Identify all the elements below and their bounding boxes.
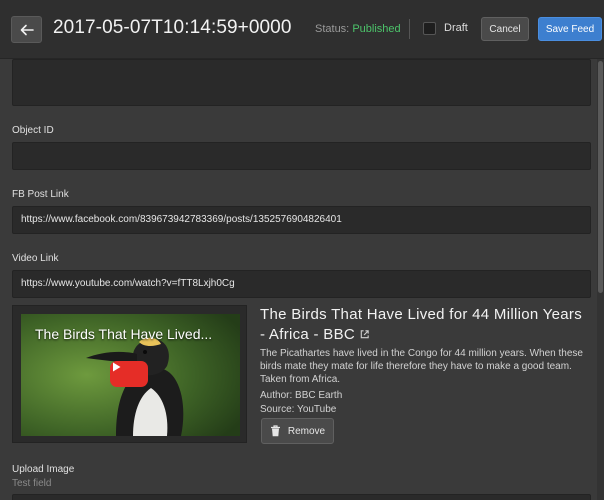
play-icon — [113, 362, 121, 372]
header-divider — [409, 19, 410, 39]
video-author: Author: BBC Earth — [260, 390, 343, 401]
content-textarea[interactable] — [12, 59, 591, 106]
object-id-input[interactable] — [12, 142, 591, 170]
back-button[interactable] — [11, 16, 42, 43]
status-badge: Published — [352, 23, 401, 35]
remove-video-button[interactable]: Remove — [261, 418, 334, 444]
video-description: The Picathartes have lived in the Congo … — [260, 348, 583, 385]
remove-label: Remove — [287, 425, 326, 437]
save-feed-button[interactable]: Save Feed — [538, 17, 602, 41]
video-link-value: https://www.youtube.com/watch?v=fTT8Lxjh… — [21, 278, 235, 289]
draft-checkbox[interactable] — [423, 22, 436, 35]
video-title-link[interactable]: The Birds That Have Lived for 44 Million… — [260, 305, 590, 345]
video-title: The Birds That Have Lived for 44 Million… — [260, 306, 583, 343]
video-preview-card: The Birds That Have Lived... — [12, 305, 247, 443]
top-bar: 2017-05-07T10:14:59+0000 Status: Publish… — [0, 0, 604, 59]
status-indicator: Status: Published — [315, 23, 401, 35]
scrollbar-thumb[interactable] — [598, 61, 603, 293]
fb-post-link-value: https://www.facebook.com/839673942783369… — [21, 214, 342, 225]
scrollbar[interactable] — [597, 59, 604, 500]
page-title: 2017-05-07T10:14:59+0000 — [53, 17, 292, 38]
youtube-play-button[interactable] — [110, 361, 148, 387]
external-link-icon[interactable] — [359, 329, 370, 340]
cancel-button[interactable]: Cancel — [481, 17, 529, 41]
upload-image-input[interactable] — [12, 494, 591, 500]
object-id-label: Object ID — [12, 125, 54, 136]
trash-icon — [270, 425, 280, 437]
upload-image-hint: Test field — [12, 478, 52, 489]
video-source: Source: YouTube — [260, 404, 337, 415]
fb-post-link-input[interactable]: https://www.facebook.com/839673942783369… — [12, 206, 591, 234]
video-link-input[interactable]: https://www.youtube.com/watch?v=fTT8Lxjh… — [12, 270, 591, 298]
thumbnail-title: The Birds That Have Lived... — [35, 326, 213, 342]
fb-post-link-label: FB Post Link — [12, 189, 69, 200]
arrow-left-icon — [20, 24, 34, 35]
video-link-label: Video Link — [12, 253, 59, 264]
status-label: Status: — [315, 23, 350, 35]
draft-label: Draft — [444, 22, 468, 34]
video-thumbnail[interactable]: The Birds That Have Lived... — [21, 314, 240, 436]
upload-image-label: Upload Image — [12, 464, 75, 475]
